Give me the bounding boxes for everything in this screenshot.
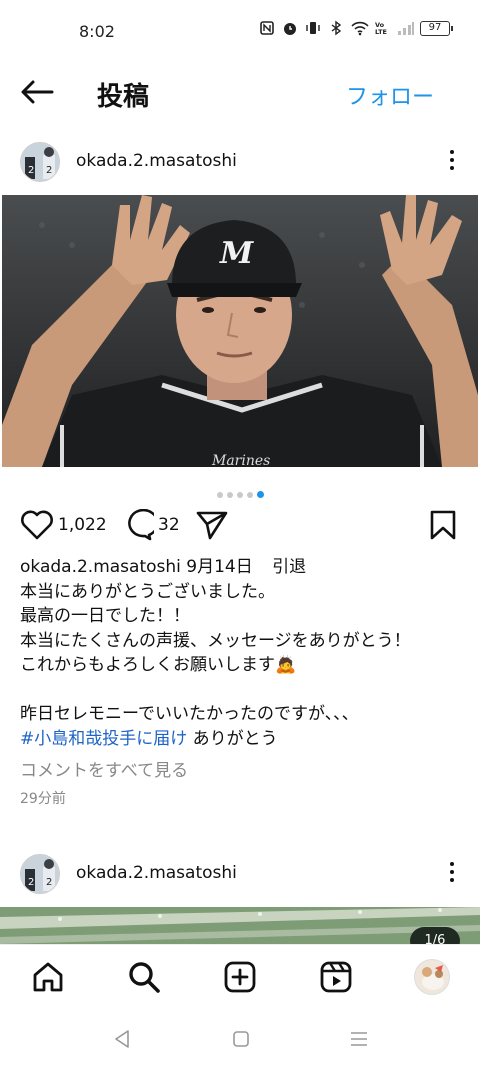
svg-text:2: 2	[28, 165, 34, 176]
status-time: 8:02	[79, 22, 115, 41]
page-title: 投稿	[97, 82, 150, 112]
carousel-dot	[246, 491, 253, 498]
post-timestamp: 29分前	[20, 791, 66, 807]
menu-lines-icon	[351, 1032, 367, 1046]
post-username[interactable]: okada.2.masatoshi	[76, 151, 237, 171]
post-actions: 1,022 32	[0, 505, 480, 545]
comment-count[interactable]: 32	[158, 515, 180, 535]
share-button[interactable]	[195, 509, 229, 545]
carousel-dot	[226, 491, 233, 498]
search-icon	[129, 962, 160, 993]
vibrate-icon	[305, 20, 321, 36]
bluetooth-icon	[328, 20, 344, 36]
wifi-icon	[351, 20, 369, 36]
alarm-icon	[282, 20, 298, 36]
nav-create-button[interactable]	[222, 959, 258, 995]
svg-text:Marines: Marines	[211, 453, 270, 467]
nav-home-button[interactable]	[30, 959, 66, 995]
caption-line: 最高の一日でした！！	[20, 606, 190, 626]
bookmark-icon	[430, 510, 456, 540]
save-button[interactable]	[428, 509, 458, 545]
system-home-button[interactable]	[228, 1026, 254, 1052]
plus-square-icon	[224, 961, 256, 993]
triangle-back-icon	[115, 1030, 129, 1048]
post-photo[interactable]: Marines M	[2, 195, 478, 467]
bottom-navigation	[0, 944, 480, 1010]
hashtag-link[interactable]: #小島和哉投手に届け	[20, 729, 187, 749]
nav-profile-avatar[interactable]	[414, 959, 450, 995]
heart-icon	[21, 510, 53, 540]
carousel-indicator	[0, 484, 480, 503]
more-options-button[interactable]	[446, 858, 458, 888]
post-header-2: 2 2 okada.2.masatoshi	[0, 846, 480, 906]
nav-reels-button[interactable]	[318, 959, 354, 995]
post-photo-2[interactable]	[0, 907, 480, 944]
carousel-dot	[216, 491, 223, 498]
dot	[450, 158, 454, 162]
svg-text:2: 2	[28, 877, 34, 888]
arrow-left-icon	[21, 80, 54, 104]
caption-line: これからもよろしくお願いします🙇	[20, 655, 297, 675]
dot	[450, 870, 454, 874]
follow-button[interactable]: フォロー	[346, 79, 434, 111]
svg-text:LTE: LTE	[375, 28, 387, 36]
system-navigation-bar	[0, 1010, 480, 1067]
comment-button[interactable]	[120, 508, 159, 545]
battery-icon: 97	[420, 20, 453, 36]
carousel-dot-active	[256, 491, 264, 498]
send-icon	[196, 511, 228, 540]
caption-username[interactable]: okada.2.masatoshi	[20, 557, 181, 577]
caption-line: 本当にありがとうございました。	[20, 581, 275, 602]
reels-icon	[320, 961, 352, 993]
more-options-button[interactable]	[446, 146, 458, 176]
caption-line: 本当にたくさんの声援、メッセージをありがとう！	[20, 630, 411, 651]
nfc-icon	[259, 20, 275, 36]
volte-icon: Vo LTE	[374, 20, 390, 36]
svg-text:2: 2	[46, 165, 52, 176]
svg-text:M: M	[219, 236, 254, 271]
header: 投稿 フォロー	[0, 62, 480, 124]
system-menu-button[interactable]	[346, 1026, 372, 1052]
caption-header: okada.2.masatoshi 9月14日 引退	[20, 555, 470, 580]
like-button[interactable]	[20, 509, 54, 545]
dot	[450, 862, 454, 866]
dot	[450, 878, 454, 882]
square-home-icon	[233, 1031, 249, 1047]
comment-icon	[128, 508, 159, 541]
svg-text:2: 2	[46, 877, 52, 888]
caption-tag: 引退	[272, 557, 307, 577]
caption-hashtag-line: #小島和哉投手に届け ありがとう	[20, 727, 470, 752]
status-bar: 8:02 Vo LTE 97	[0, 0, 480, 62]
avatar[interactable]: 2 2	[20, 854, 60, 894]
caption-hashtag-suffix: ありがとう	[187, 728, 278, 749]
system-back-button[interactable]	[110, 1026, 136, 1052]
view-all-comments-link[interactable]: コメントをすべて見る	[20, 756, 188, 781]
post-username[interactable]: okada.2.masatoshi	[76, 863, 237, 883]
carousel-dot	[236, 491, 243, 498]
signal-icon	[397, 20, 414, 36]
caption-line: 昨日セレモニーでいいたかったのですが、、、	[20, 704, 359, 724]
home-icon	[33, 962, 63, 992]
back-button[interactable]	[18, 76, 56, 108]
like-count[interactable]: 1,022	[58, 515, 107, 535]
dot	[450, 150, 454, 154]
post-header: 2 2 okada.2.masatoshi	[0, 134, 480, 194]
caption-date: 9月14日	[186, 557, 253, 577]
avatar[interactable]: 2 2	[20, 142, 60, 182]
nav-search-button[interactable]	[126, 959, 162, 995]
status-icons: Vo LTE 97	[259, 20, 453, 36]
post-caption: okada.2.masatoshi 9月14日 引退 本当にありがとうございまし…	[20, 555, 470, 751]
dot	[450, 166, 454, 170]
